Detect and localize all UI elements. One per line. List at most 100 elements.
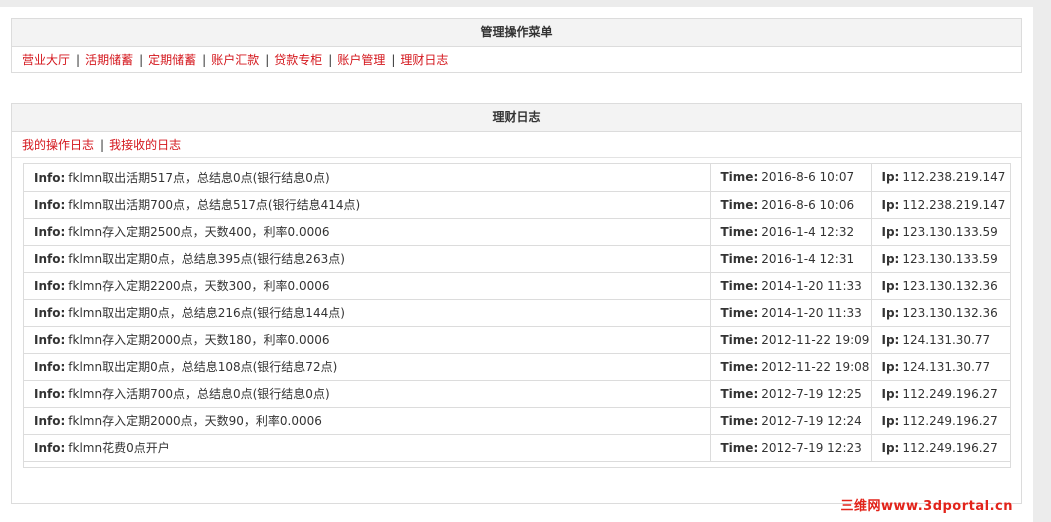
time-label: Time: [720,440,759,455]
info-cell: Info: fklmn存入定期2000点，天数90，利率0.0006 [24,407,711,435]
ip-label: Ip: [881,359,900,374]
time-cell: Time: 2012-7-19 12:23 [710,434,872,462]
time-cell: Time: 2012-7-19 12:24 [710,407,872,435]
ip-cell: Ip: 124.131.30.77 [871,326,1010,354]
time-value: 2012-11-22 19:08 [761,359,870,374]
info-cell: Info: fklmn花费0点开户 [24,434,711,462]
time-cell: Time: 2016-8-6 10:06 [710,191,872,219]
table-row: Info: fklmn取出活期517点，总结息0点(银行结息0点) Time: 201… [24,164,1010,192]
info-cell: Info: fklmn取出定期0点，总结息216点(银行结息144点) [24,299,711,327]
ip-value: 112.249.196.27 [902,413,998,428]
ip-label: Ip: [881,197,900,212]
ip-value: 123.130.133.59 [902,224,998,239]
log-table-body: Info: fklmn取出活期517点，总结息0点(银行结息0点) Time: 201… [24,164,1010,467]
menu-link-fixed-savings[interactable]: 定期储蓄 [148,53,196,67]
time-value: 2016-8-6 10:07 [761,170,855,185]
table-row: Info: fklmn取出活期700点，总结息517点(银行结息414点) Time… [24,191,1010,219]
ip-value: 112.249.196.27 [902,386,998,401]
table-row: Info: fklmn存入定期2000点，天数180，利率0.0006 Time: 2… [24,326,1010,354]
menu-separator: | [328,53,333,67]
ip-cell: Ip: 112.238.219.147 [871,191,1010,219]
menu-link-demand-savings[interactable]: 活期储蓄 [85,53,133,67]
time-label: Time: [720,251,759,266]
tab-my-operation-log[interactable]: 我的操作日志 [22,138,94,152]
ip-label: Ip: [881,332,900,347]
table-row: Info: fklmn存入定期2200点，天数300，利率0.0006 Time: 2… [24,272,1010,300]
menu-link-loans[interactable]: 贷款专柜 [274,53,322,67]
time-label: Time: [720,332,759,347]
ip-value: 112.238.219.147 [902,170,1006,185]
time-cell: Time: 2016-8-6 10:07 [710,164,872,192]
ip-cell: Ip: 112.249.196.27 [871,407,1010,435]
menu-separator: | [265,53,270,67]
info-cell: Info: fklmn存入定期2200点，天数300，利率0.0006 [24,272,711,300]
time-value: 2012-7-19 12:24 [761,413,862,428]
info-label: Info: [34,252,66,266]
info-label: Info: [34,414,66,428]
menu-separator: | [202,53,207,67]
site-watermark: 三维网www.3dportal.cn [840,499,1013,514]
time-cell: Time: 2012-7-19 12:25 [710,380,872,408]
time-value: 2016-1-4 12:32 [761,224,855,239]
log-tabs: 我的操作日志 | 我接收的日志 [12,132,1021,158]
time-value: 2012-7-19 12:25 [761,386,862,401]
menu-link-lobby[interactable]: 营业大厅 [22,53,70,67]
finance-log-panel: 理财日志 我的操作日志 | 我接收的日志 Info: fklmn取出活期517点，总结… [11,103,1022,504]
info-label: Info: [34,333,66,347]
ip-label: Ip: [881,413,900,428]
info-label: Info: [34,387,66,401]
info-value: fklmn存入定期2000点，天数90，利率0.0006 [68,414,322,428]
ip-label: Ip: [881,278,900,293]
tab-received-log[interactable]: 我接收的日志 [109,138,181,152]
time-label: Time: [720,197,759,212]
time-label: Time: [720,170,759,185]
ip-label: Ip: [881,224,900,239]
info-label: Info: [34,441,66,455]
time-label: Time: [720,413,759,428]
ip-label: Ip: [881,251,900,266]
menu-link-account-management[interactable]: 账户管理 [337,53,385,67]
table-row: Info: fklmn取出定期0点，总结息108点(银行结息72点) Time: 20… [24,353,1010,381]
time-cell: Time: 2014-1-20 11:33 [710,272,872,300]
menu-separator: | [76,53,81,67]
finance-log-title: 理财日志 [12,104,1021,132]
time-value: 2014-1-20 11:33 [761,278,862,293]
info-label: Info: [34,170,66,185]
info-cell: Info: fklmn取出活期700点，总结息517点(银行结息414点) [24,191,711,219]
time-label: Time: [720,224,759,239]
empty-cell [24,461,1010,467]
ip-label: Ip: [881,170,900,185]
info-value: fklmn取出定期0点，总结息395点(银行结息263点) [68,252,345,266]
menu-link-finance-log[interactable]: 理财日志 [400,53,448,67]
ip-label: Ip: [881,440,900,455]
info-cell: Info: fklmn取出定期0点，总结息395点(银行结息263点) [24,245,711,273]
info-label: Info: [34,306,66,320]
table-row: Info: fklmn存入定期2000点，天数90，利率0.0006 Time: 20… [24,407,1010,435]
time-label: Time: [720,278,759,293]
info-value: fklmn取出定期0点，总结息216点(银行结息144点) [68,306,345,320]
time-value: 2016-1-4 12:31 [761,251,855,266]
table-row: Info: fklmn取出定期0点，总结息216点(银行结息144点) Time: 2… [24,299,1010,327]
ip-label: Ip: [881,386,900,401]
ip-value: 112.249.196.27 [902,440,998,455]
admin-menu-links: 营业大厅 | 活期储蓄 | 定期储蓄 | 账户汇款 | 贷款专柜 | 账户管理 | 理财日志 [12,47,1021,73]
time-value: 2012-11-22 19:09 [761,332,870,347]
info-value: fklmn存入定期2000点，天数180，利率0.0006 [68,333,330,347]
info-cell: Info: fklmn存入定期2500点，天数400，利率0.0006 [24,218,711,246]
table-row: Info: fklmn存入定期2500点，天数400，利率0.0006 Time: 2… [24,218,1010,246]
ip-cell: Ip: 123.130.133.59 [871,218,1010,246]
time-value: 2014-1-20 11:33 [761,305,862,320]
time-value: 2016-8-6 10:06 [761,197,855,212]
ip-cell: Ip: 123.130.132.36 [871,272,1010,300]
ip-value: 123.130.132.36 [902,305,998,320]
menu-separator: | [391,53,396,67]
ip-cell: Ip: 124.131.30.77 [871,353,1010,381]
table-row-empty [24,461,1010,467]
info-cell: Info: fklmn取出定期0点，总结息108点(银行结息72点) [24,353,711,381]
time-cell: Time: 2012-11-22 19:09 [710,326,872,354]
page: 管理操作菜单 营业大厅 | 活期储蓄 | 定期储蓄 | 账户汇款 | 贷款专柜 | 账户管理 | 理财日… [0,7,1033,522]
menu-link-remittance[interactable]: 账户汇款 [211,53,259,67]
info-value: fklmn存入定期2500点，天数400，利率0.0006 [68,225,330,239]
ip-cell: Ip: 112.249.196.27 [871,380,1010,408]
ip-cell: Ip: 123.130.133.59 [871,245,1010,273]
